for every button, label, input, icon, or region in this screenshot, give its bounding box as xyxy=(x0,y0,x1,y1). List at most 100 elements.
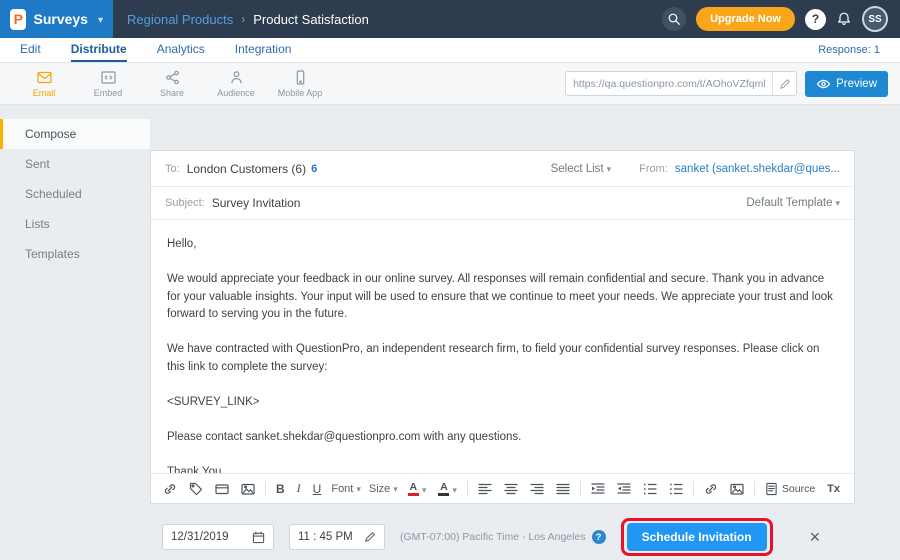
editor-hyperlink-button[interactable] xyxy=(702,481,720,497)
editor-card-button[interactable] xyxy=(213,481,231,497)
sidebar-item-label: Scheduled xyxy=(25,187,82,201)
tab-analytics[interactable]: Analytics xyxy=(157,38,205,62)
topbar-actions: Upgrade Now ? SS xyxy=(662,6,900,32)
channel-email[interactable]: Email xyxy=(12,70,76,98)
template-dropdown[interactable]: Default Template xyxy=(746,197,840,209)
editor-size-dropdown[interactable]: Size xyxy=(369,483,398,495)
channel-mobile-app[interactable]: Mobile App xyxy=(268,70,332,98)
sidebar-item-label: Lists xyxy=(25,217,50,231)
source-icon xyxy=(765,482,778,496)
survey-url-input[interactable] xyxy=(566,78,772,90)
schedule-row: 12/31/2019 11 : 45 PM (GMT-07:00) Pacifi… xyxy=(150,518,855,556)
tab-distribute[interactable]: Distribute xyxy=(71,38,127,62)
channel-share[interactable]: Share xyxy=(140,70,204,98)
editor-indent-button[interactable] xyxy=(589,481,607,497)
select-list-dropdown[interactable]: Select List xyxy=(551,163,612,175)
mobile-icon xyxy=(292,70,309,85)
avatar[interactable]: SS xyxy=(862,6,888,32)
editor-italic-button[interactable]: I xyxy=(295,480,303,497)
editor-bold-button[interactable]: B xyxy=(274,481,287,497)
card-icon xyxy=(215,482,229,496)
editor-align-left-button[interactable] xyxy=(476,481,494,497)
chevron-down-icon xyxy=(419,481,427,496)
editor-clear-format-button[interactable]: Tx xyxy=(825,482,842,496)
editor-text-color-button[interactable]: A xyxy=(406,480,429,497)
tab-integration[interactable]: Integration xyxy=(235,38,292,62)
link-icon xyxy=(163,482,177,496)
to-label: To: xyxy=(165,163,180,175)
subject-label: Subject: xyxy=(165,197,205,209)
sidebar-item-scheduled[interactable]: Scheduled xyxy=(0,179,150,209)
editor-link-button[interactable] xyxy=(161,481,179,497)
timezone-help-icon[interactable]: ? xyxy=(592,530,606,544)
editor-outdent-button[interactable] xyxy=(615,481,633,497)
to-recipients[interactable]: London Customers (6) xyxy=(187,162,306,176)
schedule-time-input[interactable]: 11 : 45 PM xyxy=(289,524,385,550)
response-count-link[interactable]: Response: 1 xyxy=(818,44,880,56)
main-panel: To: London Customers (6) 6 Select List F… xyxy=(150,105,900,560)
select-list-label: Select List xyxy=(551,163,604,175)
preview-button[interactable]: Preview xyxy=(805,71,888,97)
timezone-field: (GMT-07:00) Pacific Time - Los Angeles ? xyxy=(400,530,606,544)
editor-source-button[interactable]: Source xyxy=(763,481,817,497)
indent-icon xyxy=(591,482,605,496)
editor-align-right-button[interactable] xyxy=(528,481,546,497)
search-button[interactable] xyxy=(662,7,686,31)
surveys-menu-label: Surveys xyxy=(33,11,87,27)
content: Compose Sent Scheduled Lists Templates T… xyxy=(0,105,900,560)
channel-audience[interactable]: Audience xyxy=(204,70,268,98)
schedule-date-input[interactable]: 12/31/2019 xyxy=(162,524,274,550)
timezone-label: (GMT-07:00) Pacific Time - Los Angeles xyxy=(400,531,586,543)
notifications-button[interactable] xyxy=(836,11,852,27)
source-label: Source xyxy=(782,483,815,495)
editor-unordered-list-button[interactable] xyxy=(667,481,685,497)
sidebar-item-templates[interactable]: Templates xyxy=(0,239,150,269)
body-paragraph: We would appreciate your feedback in our… xyxy=(167,271,838,324)
edit-url-button[interactable] xyxy=(772,72,796,95)
email-body-editor[interactable]: Hello, We would appreciate your feedback… xyxy=(151,220,854,473)
to-row-right: Select List From: sanket (sanket.shekdar… xyxy=(551,163,840,175)
help-button[interactable]: ? xyxy=(805,9,826,30)
editor-underline-button[interactable]: U xyxy=(311,481,324,497)
editor-align-center-button[interactable] xyxy=(502,481,520,497)
breadcrumb-separator-icon: › xyxy=(241,12,245,26)
breadcrumb-survey-name: Product Satisfaction xyxy=(253,12,369,27)
surveys-menu[interactable]: P Surveys xyxy=(0,0,113,38)
from-label: From: xyxy=(639,163,668,175)
breadcrumb-folder-link[interactable]: Regional Products xyxy=(127,12,233,27)
channel-embed[interactable]: Embed xyxy=(76,70,140,98)
editor-media-button[interactable] xyxy=(239,481,257,497)
editor-image-button[interactable] xyxy=(728,481,746,497)
upgrade-now-button[interactable]: Upgrade Now xyxy=(696,7,795,31)
sidebar-item-lists[interactable]: Lists xyxy=(0,209,150,239)
time-value: 11 : 45 PM xyxy=(298,531,353,543)
editor-ordered-list-button[interactable] xyxy=(641,481,659,497)
schedule-invitation-button[interactable]: Schedule Invitation xyxy=(627,523,767,551)
align-justify-icon xyxy=(556,482,570,496)
calendar-icon xyxy=(252,531,265,544)
align-center-icon xyxy=(504,482,518,496)
subject-row-right: Default Template xyxy=(746,197,840,209)
editor-tag-button[interactable] xyxy=(187,481,205,497)
toolbar-divider xyxy=(754,481,755,496)
tab-edit[interactable]: Edit xyxy=(20,38,41,62)
subject-input[interactable]: Survey Invitation xyxy=(212,196,301,210)
recipient-count-badge[interactable]: 6 xyxy=(311,163,317,175)
logo-letter: P xyxy=(14,11,23,27)
sidebar-item-sent[interactable]: Sent xyxy=(0,149,150,179)
editor-align-justify-button[interactable] xyxy=(554,481,572,497)
sidebar-item-label: Sent xyxy=(25,157,50,171)
close-icon[interactable]: × xyxy=(810,527,821,548)
app-window: P Surveys Regional Products › Product Sa… xyxy=(0,0,900,560)
to-row: To: London Customers (6) 6 Select List F… xyxy=(151,151,854,187)
toolbar-right: Preview xyxy=(565,71,888,97)
template-label: Default Template xyxy=(746,197,832,209)
editor-font-dropdown[interactable]: Font xyxy=(331,483,361,495)
editor-bg-color-button[interactable]: A xyxy=(436,480,459,497)
chevron-down-icon xyxy=(604,163,612,175)
email-sidebar: Compose Sent Scheduled Lists Templates xyxy=(0,105,150,560)
from-sender[interactable]: sanket (sanket.shekdar@ques... xyxy=(675,163,840,175)
sidebar-item-compose[interactable]: Compose xyxy=(0,119,150,149)
share-icon xyxy=(164,70,181,85)
pencil-icon xyxy=(779,78,791,90)
